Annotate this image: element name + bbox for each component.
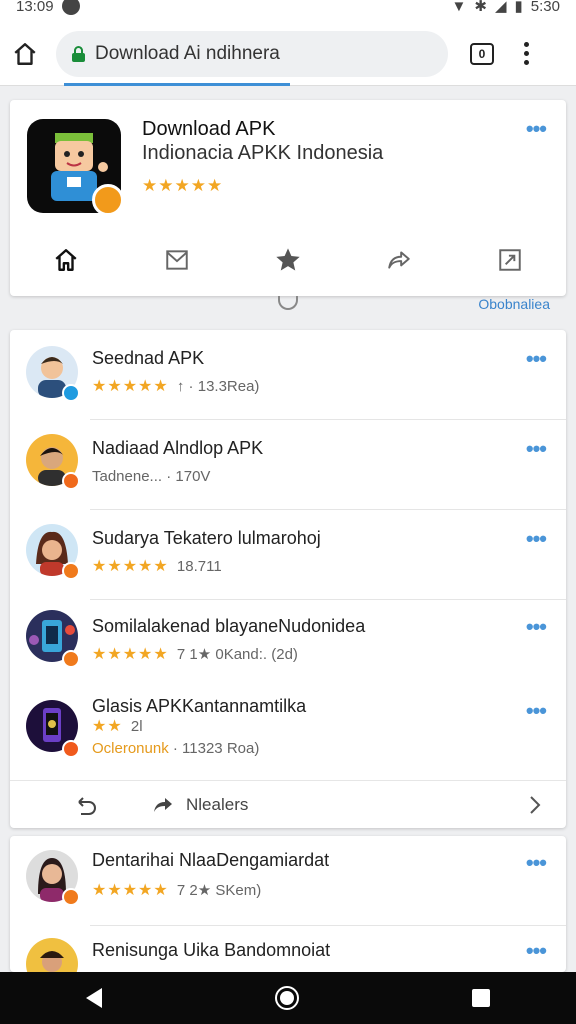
item-rating: ★★★★★ <box>92 646 169 663</box>
app-list-card: Seednad APK ★★★★★ ↑ · 13.3Rea) ••• Nadia… <box>10 330 566 828</box>
back-icon[interactable] <box>86 988 103 1008</box>
list-item[interactable]: Seednad APK ★★★★★ ↑ · 13.3Rea) ••• <box>10 330 566 420</box>
item-meta: ↑ · 13.3Rea) <box>176 378 260 395</box>
app-rating: ★★★★★ <box>142 176 224 195</box>
signal-icon: ◢ <box>494 0 507 15</box>
loading-spinner-icon <box>278 296 298 310</box>
chevron-right-icon[interactable] <box>528 795 542 815</box>
item-rating: ★★ <box>92 718 123 735</box>
item-rating: ★★★★★ <box>92 558 169 575</box>
badge-icon <box>62 384 80 402</box>
app-subtitle: Indionacia APKK Indonesia <box>142 142 384 164</box>
share-icon[interactable] <box>379 243 419 277</box>
home-button-icon[interactable] <box>274 986 299 1010</box>
star-icon[interactable] <box>268 243 308 277</box>
home-icon[interactable] <box>12 41 38 67</box>
item-meta: 7 1★ 0Kand:. (2d) <box>176 646 298 663</box>
list-item[interactable]: Dentarihai NlaaDengamiardat ★★★★★ 7 2★ S… <box>10 836 566 926</box>
status-time: 13:09 <box>16 0 54 15</box>
more-options-icon[interactable]: ••• <box>526 116 547 142</box>
back-arrow-icon[interactable] <box>74 793 100 817</box>
lock-icon <box>72 45 85 62</box>
item-title: Renisunga Uika Bandomnoiat <box>92 940 331 960</box>
url-text: Download Ai ndihnera <box>95 42 280 64</box>
item-meta: 7 2★ SKem) <box>176 882 262 899</box>
browser-toolbar: Download Ai ndihnera 0 <box>0 22 576 86</box>
item-title: Glasis APKKantannamtilka <box>92 696 307 716</box>
open-external-icon[interactable] <box>490 243 530 277</box>
more-options-icon[interactable]: ••• <box>526 938 547 964</box>
home-icon[interactable] <box>46 243 86 277</box>
forward-arrow-icon[interactable] <box>150 793 176 817</box>
more-options-icon[interactable]: ••• <box>526 698 547 724</box>
overflow-menu-button[interactable] <box>524 42 529 65</box>
list-item[interactable]: Sudarya Tekatero lulmarohoj ★★★★★ 18.711… <box>10 510 566 600</box>
badge-icon <box>62 562 80 580</box>
item-category: Ocleronunk <box>92 740 169 757</box>
recent-apps-icon[interactable] <box>471 989 490 1007</box>
app-action-bar <box>10 240 566 280</box>
item-title: Somilalakenad blayaneNudonidea <box>92 616 366 636</box>
wifi-icon: ▼ <box>451 0 467 15</box>
item-title: Dentarihai NlaaDengamiardat <box>92 850 330 870</box>
item-meta: Tadnene... · 170V <box>92 468 211 485</box>
page-load-progress <box>64 83 290 86</box>
bluetooth-icon: ✱ <box>474 0 487 15</box>
tab-count: 0 <box>478 46 486 61</box>
list-item[interactable]: Glasis APKKantannamtilka ★★ 2l Ocleronun… <box>10 684 566 774</box>
item-title: Sudarya Tekatero lulmarohoj <box>92 528 321 548</box>
see-more-link[interactable]: Obobnaliea <box>478 296 550 312</box>
loading-row: Obobnaliea <box>0 296 576 322</box>
item-rating: ★★★★★ <box>92 378 169 395</box>
item-meta: · 11323 Roa) <box>168 740 260 757</box>
tab-switcher-button[interactable]: 0 <box>470 42 494 65</box>
badge-icon <box>62 650 80 668</box>
battery-icon: ▮ <box>514 0 523 15</box>
badge-icon <box>62 472 80 490</box>
notification-icon <box>61 0 80 15</box>
more-options-icon[interactable]: ••• <box>526 526 547 552</box>
address-bar[interactable]: Download Ai ndihnera <box>56 30 448 77</box>
item-rating: ★★★★★ <box>92 882 169 899</box>
more-options-icon[interactable]: ••• <box>526 346 547 372</box>
badge-icon <box>62 888 80 906</box>
list-footer: Nlealers <box>10 780 566 828</box>
system-navigation-bar <box>0 972 576 1024</box>
app-badge-icon <box>92 184 124 216</box>
app-list-card-2: Dentarihai NlaaDengamiardat ★★★★★ 7 2★ S… <box>10 836 566 990</box>
app-card: Download APK Indionacia APKK Indonesia ★… <box>10 100 566 296</box>
more-options-icon[interactable]: ••• <box>526 436 547 462</box>
list-item[interactable]: Somilalakenad blayaneNudonidea ★★★★★ 7 1… <box>10 600 566 690</box>
more-options-icon[interactable]: ••• <box>526 614 547 640</box>
item-title: Nadiaad Alndlop APK <box>92 438 264 458</box>
badge-icon <box>62 740 80 758</box>
app-title: Download APK <box>142 118 276 140</box>
list-item[interactable]: Nadiaad Alndlop APK Tadnene... · 170V ••… <box>10 420 566 510</box>
item-title: Seednad APK <box>92 348 205 368</box>
status-bar: 13:09 ▼ ✱ ◢ ▮ 5:30 <box>0 0 576 22</box>
status-clock: 5:30 <box>530 0 560 15</box>
more-options-icon[interactable]: ••• <box>526 850 547 876</box>
item-extra: 2l <box>130 718 143 735</box>
item-meta: 18.711 <box>176 558 222 575</box>
footer-label[interactable]: Nlealers <box>186 795 248 815</box>
inbox-icon[interactable] <box>157 243 197 277</box>
